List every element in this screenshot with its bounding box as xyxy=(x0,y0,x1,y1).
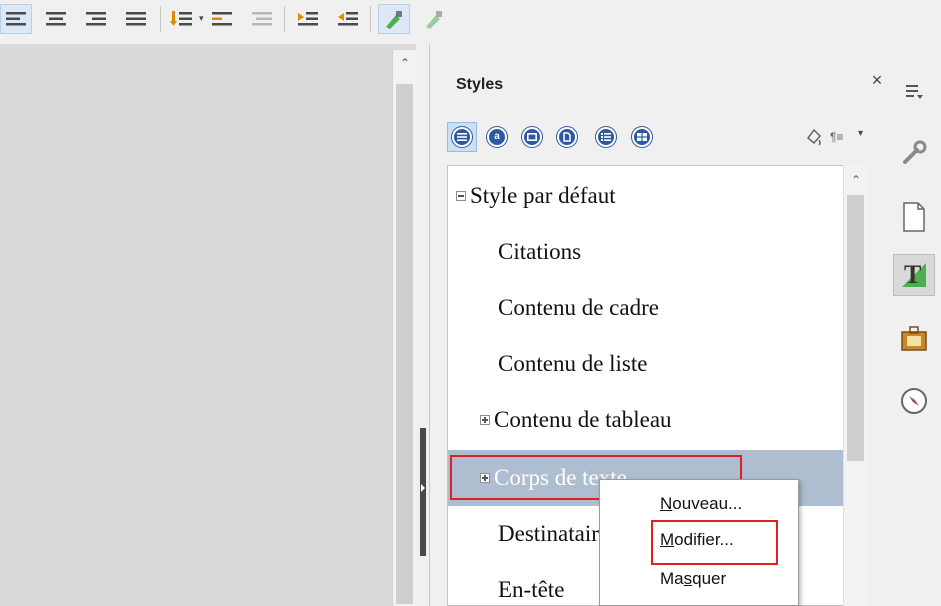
outline-icon[interactable] xyxy=(246,4,278,34)
align-right-icon[interactable] xyxy=(80,4,112,34)
toolbar-separator xyxy=(160,6,161,32)
page-icon[interactable] xyxy=(893,196,935,238)
wrench-icon[interactable] xyxy=(893,132,935,174)
toolbar-separator xyxy=(284,6,285,32)
new-style-icon[interactable]: ¶≡ xyxy=(830,130,843,144)
navigator-icon[interactable] xyxy=(893,380,935,422)
decrease-indent-icon[interactable] xyxy=(332,4,364,34)
align-left-icon[interactable] xyxy=(0,4,32,34)
line-spacing-icon[interactable] xyxy=(166,4,198,34)
svg-text:T: T xyxy=(904,260,921,289)
fill-format-icon[interactable] xyxy=(804,126,826,148)
character-styles-icon[interactable]: a xyxy=(482,122,512,152)
sidebar-deck: T xyxy=(887,44,941,606)
document-canvas[interactable] xyxy=(0,44,416,606)
gallery-icon[interactable] xyxy=(893,318,935,360)
dropdown-arrow-icon[interactable]: ▾ xyxy=(858,128,863,139)
properties-icon[interactable] xyxy=(893,70,935,112)
toolbar-separator xyxy=(370,6,371,32)
list-item[interactable]: Citations xyxy=(448,224,866,280)
close-icon[interactable]: × xyxy=(867,70,887,91)
collapse-arrow-icon xyxy=(421,484,425,492)
clear-format-icon[interactable] xyxy=(418,4,450,34)
collapse-icon[interactable] xyxy=(456,191,466,201)
page-styles-icon[interactable] xyxy=(552,122,582,152)
paragraph-spacing-icon[interactable] xyxy=(206,4,238,34)
menu-item-hide[interactable]: Masquer xyxy=(660,569,726,589)
formatting-toolbar: ▾ xyxy=(0,0,941,42)
justify-icon[interactable] xyxy=(120,4,152,34)
list-item[interactable]: Contenu de liste xyxy=(448,336,866,392)
highlight-frame-modify xyxy=(651,520,778,565)
style-list-scrollbar[interactable]: ⌃ xyxy=(843,165,867,606)
styles-icon[interactable]: T xyxy=(893,254,935,296)
menu-item-new[interactable]: Nouveau... xyxy=(660,494,742,514)
table-styles-icon[interactable] xyxy=(627,122,657,152)
paint-format-icon[interactable] xyxy=(378,4,410,34)
menu-item-hide-a: Ma xyxy=(660,569,684,588)
menu-item-hide-rest: quer xyxy=(692,569,727,588)
scrollbar-thumb[interactable] xyxy=(847,195,864,461)
list-item[interactable]: Contenu de cadre xyxy=(448,280,866,336)
scrollbar-thumb[interactable] xyxy=(396,84,413,604)
list-item[interactable]: Style par défaut xyxy=(448,168,852,224)
scroll-up-icon[interactable]: ⌃ xyxy=(848,173,864,187)
list-styles-icon[interactable] xyxy=(591,122,621,152)
increase-indent-icon[interactable] xyxy=(292,4,324,34)
document-scrollbar[interactable]: ⌃ xyxy=(392,50,416,606)
expand-icon[interactable] xyxy=(480,415,490,425)
paragraph-styles-icon[interactable] xyxy=(447,122,477,152)
panel-title: Styles xyxy=(456,76,504,93)
scroll-up-icon[interactable]: ⌃ xyxy=(397,56,413,70)
frame-styles-icon[interactable] xyxy=(517,122,547,152)
sidebar-collapse-handle[interactable] xyxy=(420,428,426,556)
menu-item-new-rest: ouveau... xyxy=(672,494,743,513)
list-item[interactable]: Contenu de tableau xyxy=(448,392,866,448)
dropdown-arrow-icon[interactable]: ▾ xyxy=(199,13,204,24)
align-center-icon[interactable] xyxy=(40,4,72,34)
